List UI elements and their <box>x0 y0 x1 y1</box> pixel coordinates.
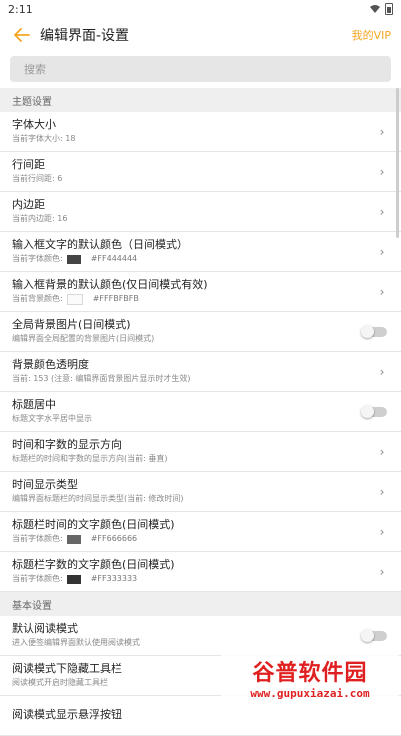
setting-subtitle: 编辑界面全局配置的背景图片(日间模式) <box>12 334 155 343</box>
setting-default-read-mode: 默认阅读模式 进入便签编辑界面默认使用阅读模式 <box>0 616 401 656</box>
setting-line-spacing[interactable]: 行间距 当前行间距: 6 › <box>0 152 401 192</box>
theme-settings-list: 字体大小 当前字体大小: 18 › 行间距 当前行间距: 6 › 内边距 当前内… <box>0 112 401 592</box>
setting-title: 时间显示类型 <box>12 478 78 491</box>
search-bar: 搜索 <box>0 52 401 88</box>
toggle-knob <box>361 324 374 338</box>
setting-global-bg-image: 全局背景图片(日间模式) 编辑界面全局配置的背景图片(日间模式) <box>0 312 401 352</box>
app-header: 编辑界面-设置 我的VIP <box>0 18 401 52</box>
color-hex: #FFFBFBFB <box>92 294 139 303</box>
setting-subtitle: 当前背景颜色: <box>12 294 63 303</box>
setting-subtitle: 当前字体颜色: <box>12 574 63 583</box>
setting-subtitle: 当前行间距: 6 <box>12 174 63 183</box>
page-title: 编辑界面-设置 <box>40 28 130 44</box>
setting-input-bg-color[interactable]: 输入框背景的默认颜色(仅日间模式有效) 当前背景颜色: #FFFBFBFB › <box>0 272 401 312</box>
setting-title: 时间和字数的显示方向 <box>12 438 122 451</box>
color-swatch <box>66 254 81 264</box>
setting-input-text-color[interactable]: 输入框文字的默认颜色（日间模式） 当前字体颜色: #FF444444 › <box>0 232 401 272</box>
color-swatch <box>66 574 81 584</box>
setting-title: 内边距 <box>12 198 45 211</box>
watermark-url: www.gupuxiazai.com <box>250 686 370 700</box>
setting-title: 标题栏时间的文字颜色(日间模式) <box>12 518 175 531</box>
color-hex: #FF444444 <box>90 254 138 263</box>
setting-padding[interactable]: 内边距 当前内边距: 16 › <box>0 192 401 232</box>
chevron-right-icon: › <box>379 124 385 139</box>
setting-subtitle: 当前内边距: 16 <box>12 214 68 223</box>
section-header-theme: 主题设置 <box>0 88 401 112</box>
status-bar: 2:11 <box>0 0 401 18</box>
setting-time-display-type[interactable]: 时间显示类型 编辑界面标题栏的时间显示类型(当前: 修改时间) › <box>0 472 401 512</box>
chevron-right-icon: › <box>379 284 385 299</box>
watermark-logo: 谷普软件园 <box>252 660 368 686</box>
setting-title: 标题居中 <box>12 398 56 411</box>
setting-subtitle: 编辑界面标题栏的时间显示类型(当前: 修改时间) <box>12 494 184 503</box>
setting-subtitle: 当前: 153 (注意: 编辑界面背景图片显示时才生效) <box>12 374 191 383</box>
back-arrow-icon <box>14 28 30 42</box>
scrollbar[interactable] <box>396 88 399 238</box>
status-icons <box>370 3 393 15</box>
setting-subtitle: 当前字体颜色: <box>12 534 63 543</box>
wifi-icon <box>370 5 380 13</box>
chevron-right-icon: › <box>379 444 385 459</box>
chevron-right-icon: › <box>379 244 385 259</box>
global-bg-image-toggle[interactable] <box>361 324 387 338</box>
setting-subtitle: 当前字体大小: 18 <box>12 134 76 143</box>
setting-title: 背景颜色透明度 <box>12 358 89 371</box>
setting-subtitle: 阅读模式开启时隐藏工具栏 <box>12 678 108 687</box>
setting-title: 输入框文字的默认颜色（日间模式） <box>12 238 188 251</box>
section-label: 基本设置 <box>12 600 52 612</box>
section-header-basic: 基本设置 <box>0 592 401 616</box>
toggle-knob <box>361 404 374 418</box>
setting-title: 标题栏字数的文字颜色(日间模式) <box>12 558 175 571</box>
setting-title: 行间距 <box>12 158 45 171</box>
search-placeholder: 搜索 <box>24 63 46 76</box>
chevron-right-icon: › <box>379 164 385 179</box>
chevron-right-icon: › <box>379 364 385 379</box>
default-read-mode-toggle[interactable] <box>361 628 387 642</box>
setting-subtitle: 当前字体颜色: <box>12 254 63 263</box>
back-button[interactable] <box>10 23 34 47</box>
watermark: 谷普软件园 www.gupuxiazai.com <box>221 652 399 708</box>
title-center-toggle[interactable] <box>361 404 387 418</box>
setting-title: 默认阅读模式 <box>12 622 78 635</box>
setting-title-center: 标题居中 标题文字水平居中显示 <box>0 392 401 432</box>
setting-title-time-color[interactable]: 标题栏时间的文字颜色(日间模式) 当前字体颜色: #FF666666 › <box>0 512 401 552</box>
chevron-right-icon: › <box>379 564 385 579</box>
setting-subtitle: 标题栏的时间和字数的显示方向(当前: 垂直) <box>12 454 168 463</box>
color-hex: #FF333333 <box>90 574 138 583</box>
search-input[interactable]: 搜索 <box>10 56 391 82</box>
battery-icon <box>385 3 393 15</box>
setting-title: 字体大小 <box>12 118 56 131</box>
status-time: 2:11 <box>8 2 33 16</box>
section-label: 主题设置 <box>12 96 52 108</box>
setting-subtitle: 进入便签编辑界面默认使用阅读模式 <box>12 638 140 647</box>
color-hex: #FF666666 <box>90 534 138 543</box>
setting-title: 输入框背景的默认颜色(仅日间模式有效) <box>12 278 208 291</box>
setting-title-count-color[interactable]: 标题栏字数的文字颜色(日间模式) 当前字体颜色: #FF333333 › <box>0 552 401 592</box>
setting-subtitle: 标题文字水平居中显示 <box>12 414 92 423</box>
chevron-right-icon: › <box>379 484 385 499</box>
chevron-right-icon: › <box>379 204 385 219</box>
setting-font-size[interactable]: 字体大小 当前字体大小: 18 › <box>0 112 401 152</box>
setting-title: 阅读模式显示悬浮按钮 <box>12 708 122 721</box>
setting-title: 全局背景图片(日间模式) <box>12 318 131 331</box>
color-swatch <box>66 293 83 305</box>
chevron-right-icon: › <box>379 524 385 539</box>
color-swatch <box>66 534 81 544</box>
my-vip-link[interactable]: 我的VIP <box>352 27 391 43</box>
setting-bg-opacity[interactable]: 背景颜色透明度 当前: 153 (注意: 编辑界面背景图片显示时才生效) › <box>0 352 401 392</box>
setting-time-count-direction[interactable]: 时间和字数的显示方向 标题栏的时间和字数的显示方向(当前: 垂直) › <box>0 432 401 472</box>
toggle-knob <box>361 628 374 642</box>
